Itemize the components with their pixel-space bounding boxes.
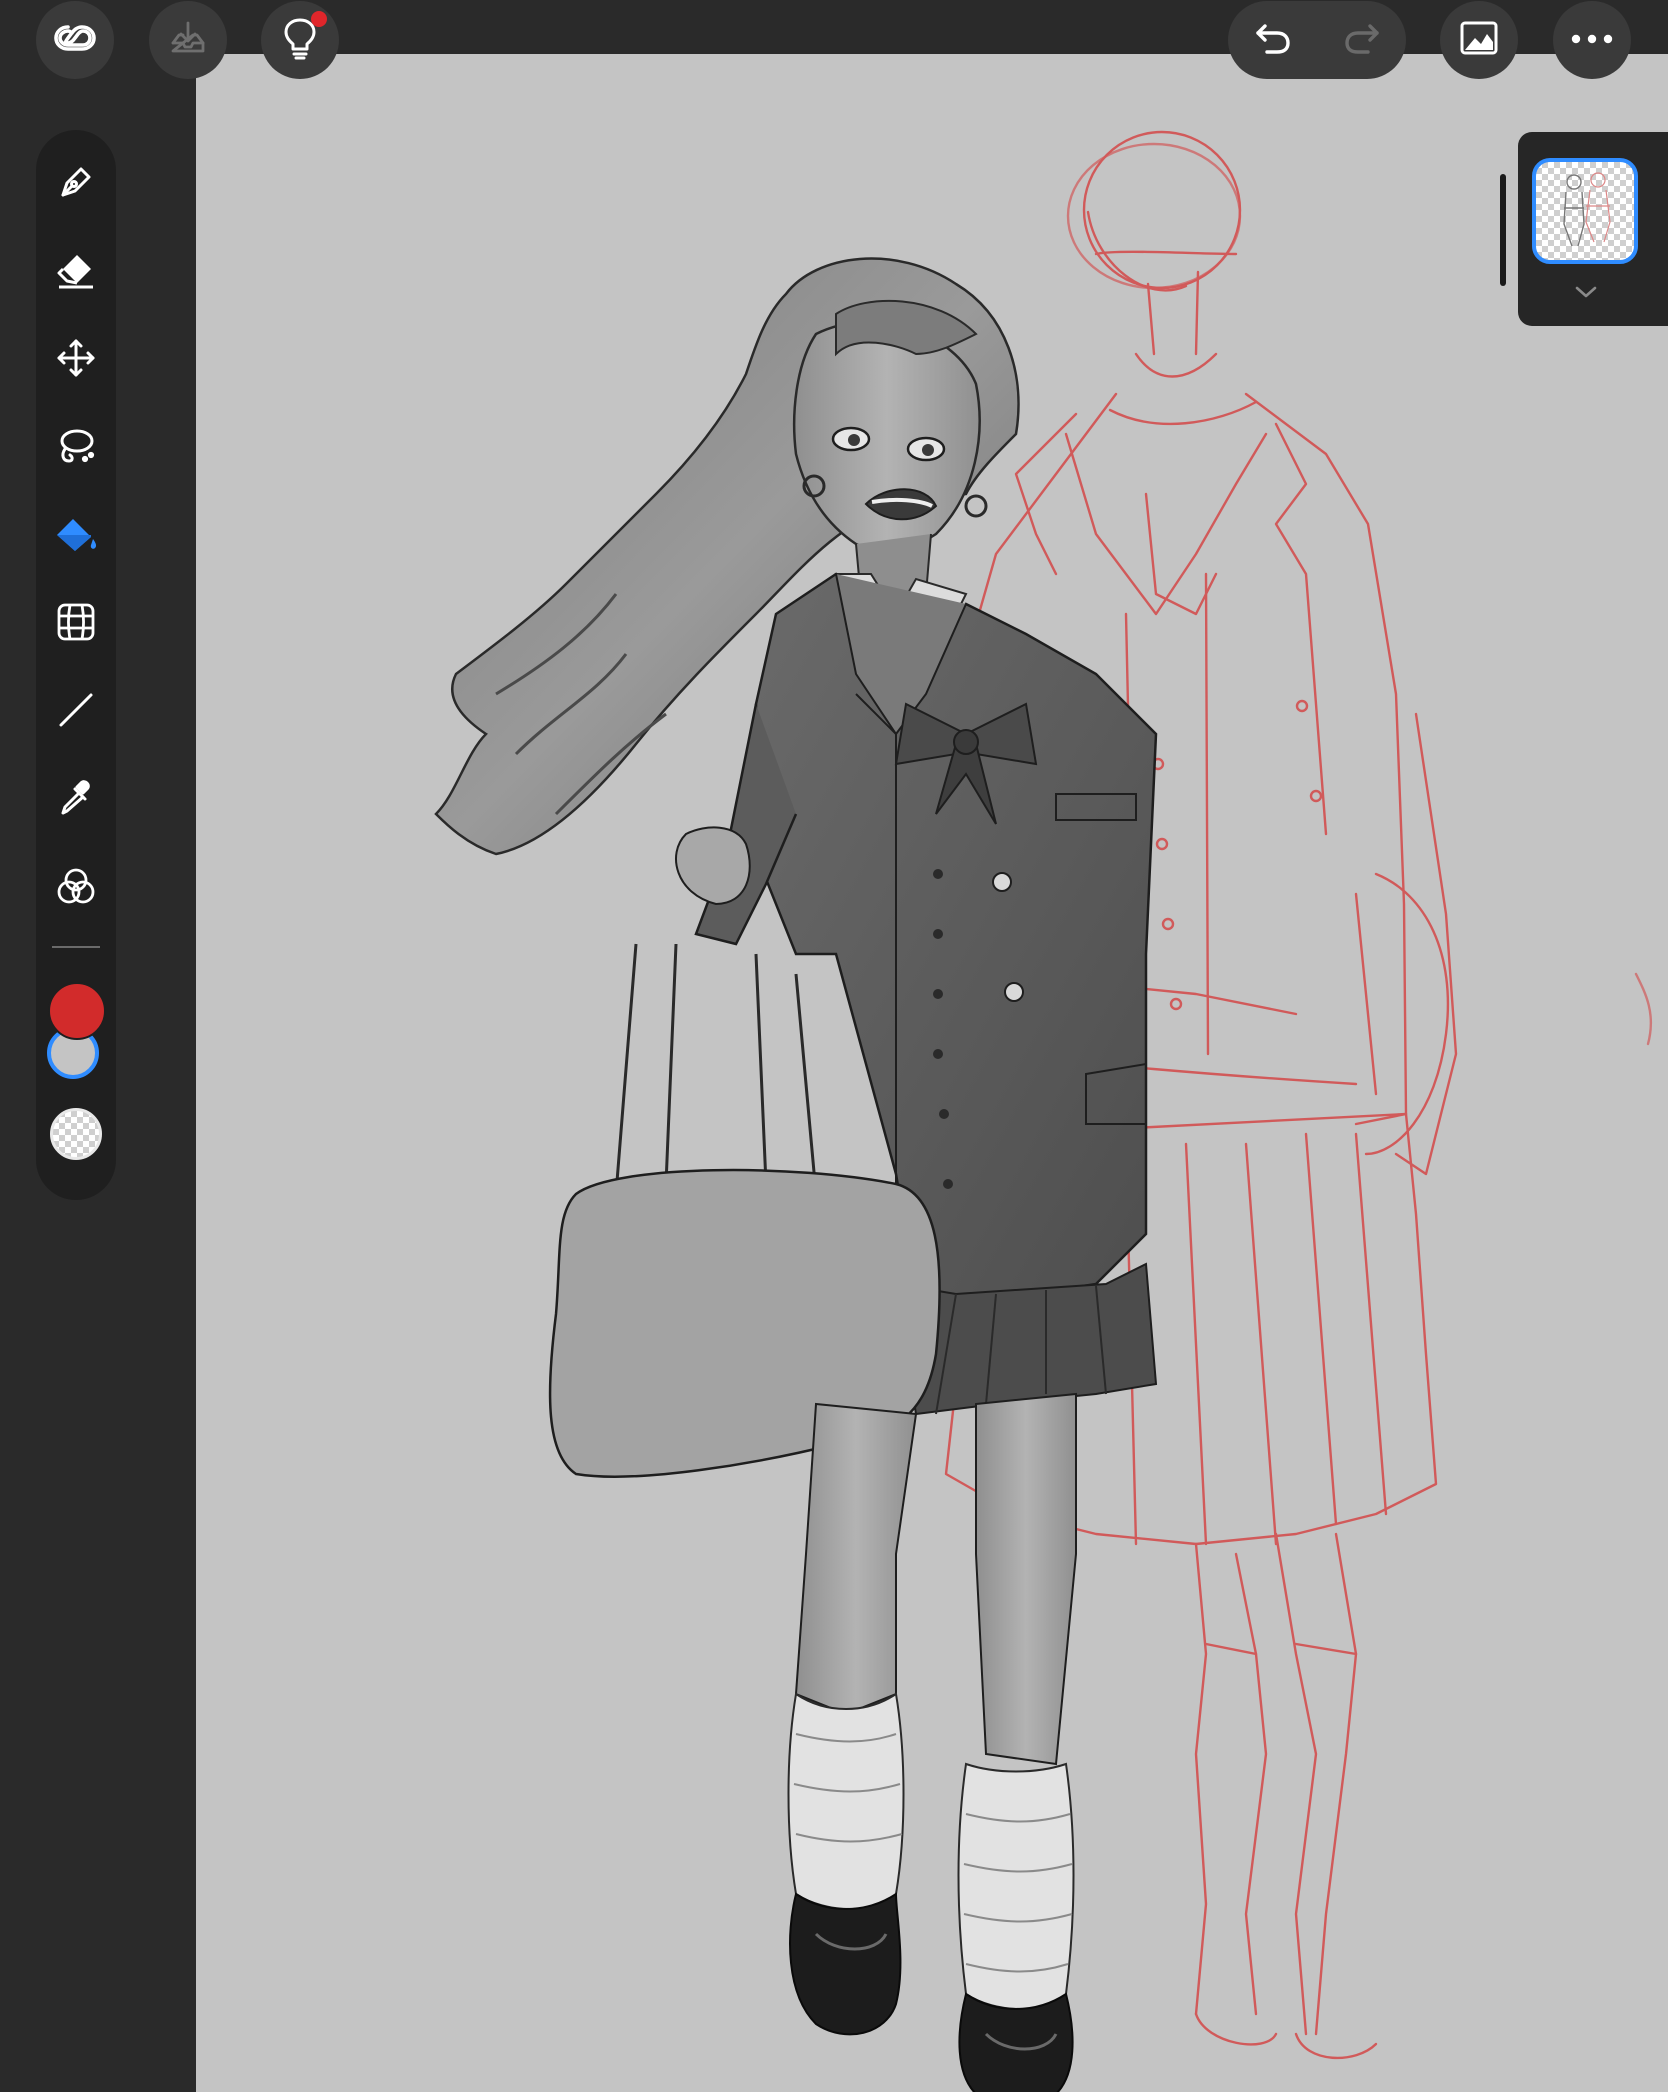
move-tool[interactable]	[36, 328, 116, 392]
pen-nib-icon	[55, 161, 97, 208]
artwork	[434, 130, 1653, 2092]
notification-badge	[311, 11, 327, 27]
pixel-brush-tool[interactable]	[36, 152, 116, 216]
undo-redo-group	[1228, 1, 1406, 79]
tool-separator	[52, 946, 100, 948]
more-button[interactable]	[1553, 1, 1631, 79]
import-button[interactable]	[149, 1, 227, 79]
app-logo-button[interactable]	[36, 1, 114, 79]
line-tool[interactable]	[36, 680, 116, 744]
eyedropper-tool[interactable]	[36, 768, 116, 832]
more-horizontal-icon	[1570, 31, 1614, 49]
eyedropper-icon	[55, 777, 97, 824]
layer-thumbnail[interactable]	[1532, 158, 1638, 264]
eraser-icon	[55, 249, 97, 296]
fill-tool[interactable]	[36, 504, 116, 568]
layers-panel-handle[interactable]	[1500, 174, 1506, 286]
lasso-icon	[55, 425, 97, 472]
chevron-down-icon	[1574, 285, 1598, 304]
lasso-tool[interactable]	[36, 416, 116, 480]
layers-collapse-button[interactable]	[1574, 282, 1598, 306]
grid-tool[interactable]	[36, 592, 116, 656]
image-icon	[1459, 20, 1499, 61]
grid-icon	[55, 601, 97, 648]
paint-bucket-icon	[53, 513, 99, 560]
creative-cloud-icon	[52, 21, 98, 60]
drawing-canvas[interactable]	[196, 54, 1668, 2092]
redo-icon	[1342, 20, 1382, 61]
color-circles-icon	[55, 865, 97, 912]
eraser-tool[interactable]	[36, 240, 116, 304]
tool-rail	[36, 130, 116, 1200]
tips-button[interactable]	[261, 1, 339, 79]
undo-icon	[1253, 20, 1293, 61]
line-icon	[55, 689, 97, 736]
color-blend-tool[interactable]	[36, 856, 116, 920]
undo-button[interactable]	[1228, 1, 1317, 79]
move-arrows-icon	[55, 337, 97, 384]
layers-panel	[1500, 132, 1668, 326]
girl-figure	[434, 257, 1158, 2092]
transparent-color-swatch[interactable]	[50, 1108, 102, 1160]
top-bar	[0, 0, 1668, 54]
image-button[interactable]	[1440, 1, 1518, 79]
primary-color-swatch[interactable]	[48, 982, 106, 1040]
redo-button[interactable]	[1317, 1, 1406, 79]
layer-preview-icon	[1563, 172, 1611, 247]
tray-download-icon	[167, 17, 209, 64]
